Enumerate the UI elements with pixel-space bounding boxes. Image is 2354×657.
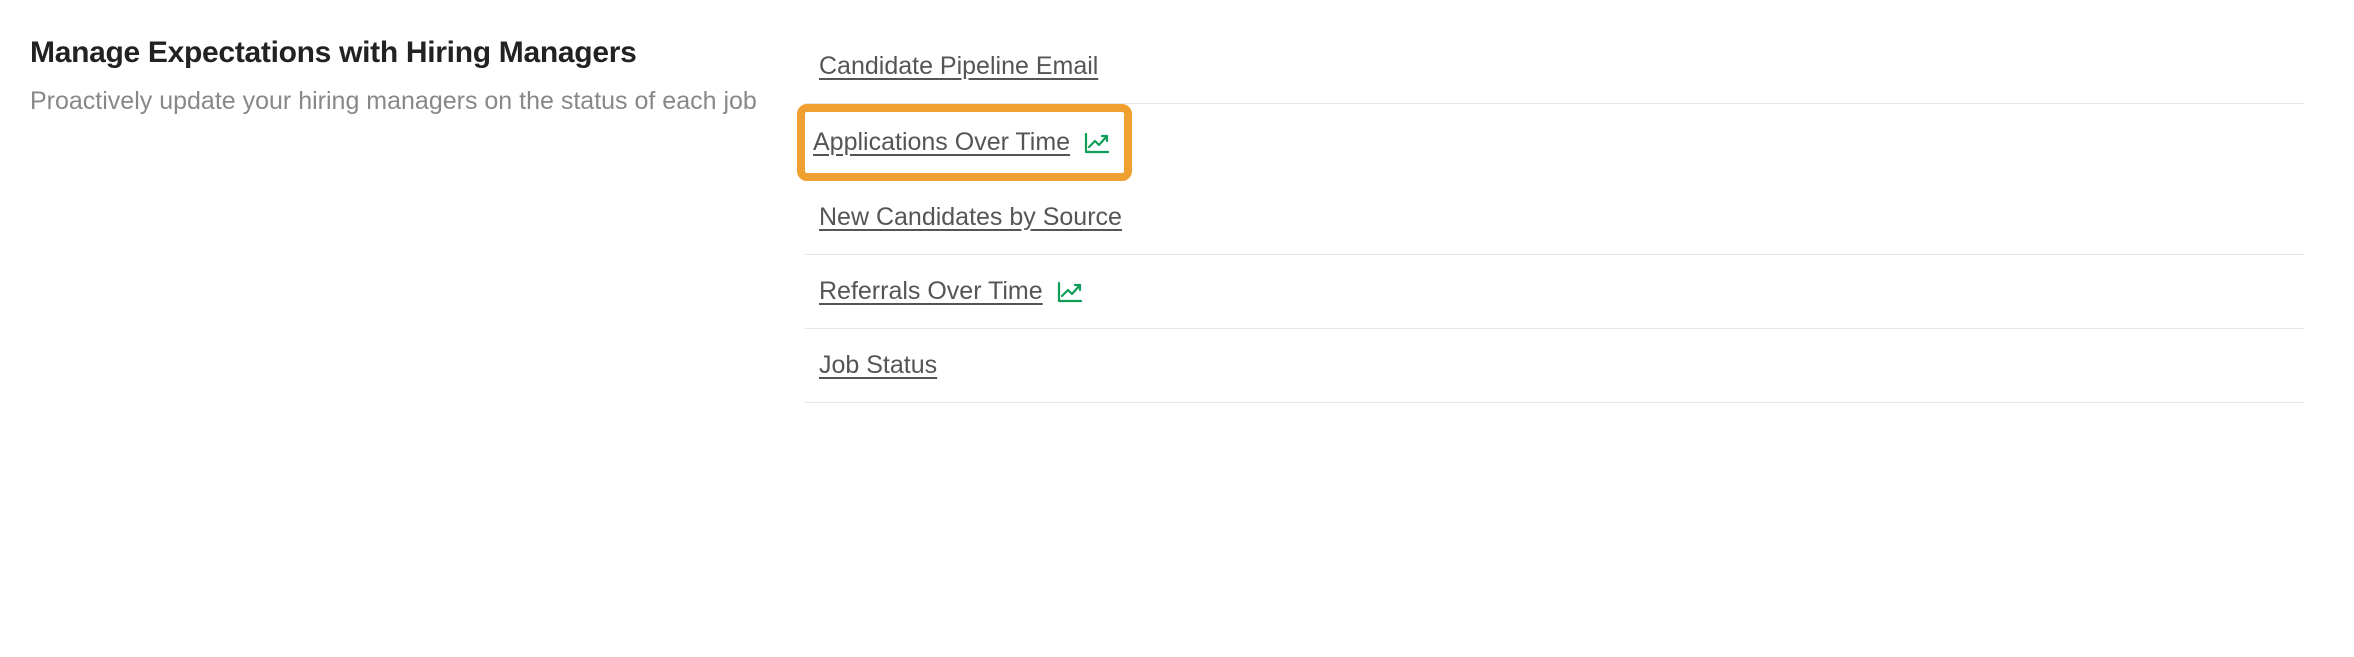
section-title: Manage Expectations with Hiring Managers — [30, 36, 765, 70]
line-chart-icon — [1057, 281, 1083, 303]
report-item-job-status: Job Status — [805, 329, 2304, 403]
report-link-applications-over-time[interactable]: Applications Over Time — [813, 128, 1070, 157]
reports-section: Manage Expectations with Hiring Managers… — [30, 30, 2324, 403]
line-chart-icon — [1084, 132, 1110, 154]
report-item-referrals-over-time: Referrals Over Time — [805, 255, 2304, 329]
report-link-new-candidates-by-source[interactable]: New Candidates by Source — [819, 203, 1122, 232]
report-item-applications-over-time: Applications Over Time — [797, 104, 1132, 181]
report-item-candidate-pipeline-email: Candidate Pipeline Email — [805, 30, 2304, 104]
report-link-referrals-over-time[interactable]: Referrals Over Time — [819, 277, 1043, 306]
reports-list-container: Candidate Pipeline Email Applications Ov… — [805, 30, 2324, 403]
reports-list: Candidate Pipeline Email Applications Ov… — [805, 30, 2304, 403]
report-link-candidate-pipeline-email[interactable]: Candidate Pipeline Email — [819, 52, 1098, 81]
report-link-job-status[interactable]: Job Status — [819, 351, 937, 380]
section-subtitle: Proactively update your hiring managers … — [30, 84, 765, 119]
report-item-new-candidates-by-source: New Candidates by Source — [805, 181, 2304, 255]
section-header: Manage Expectations with Hiring Managers… — [30, 30, 765, 403]
